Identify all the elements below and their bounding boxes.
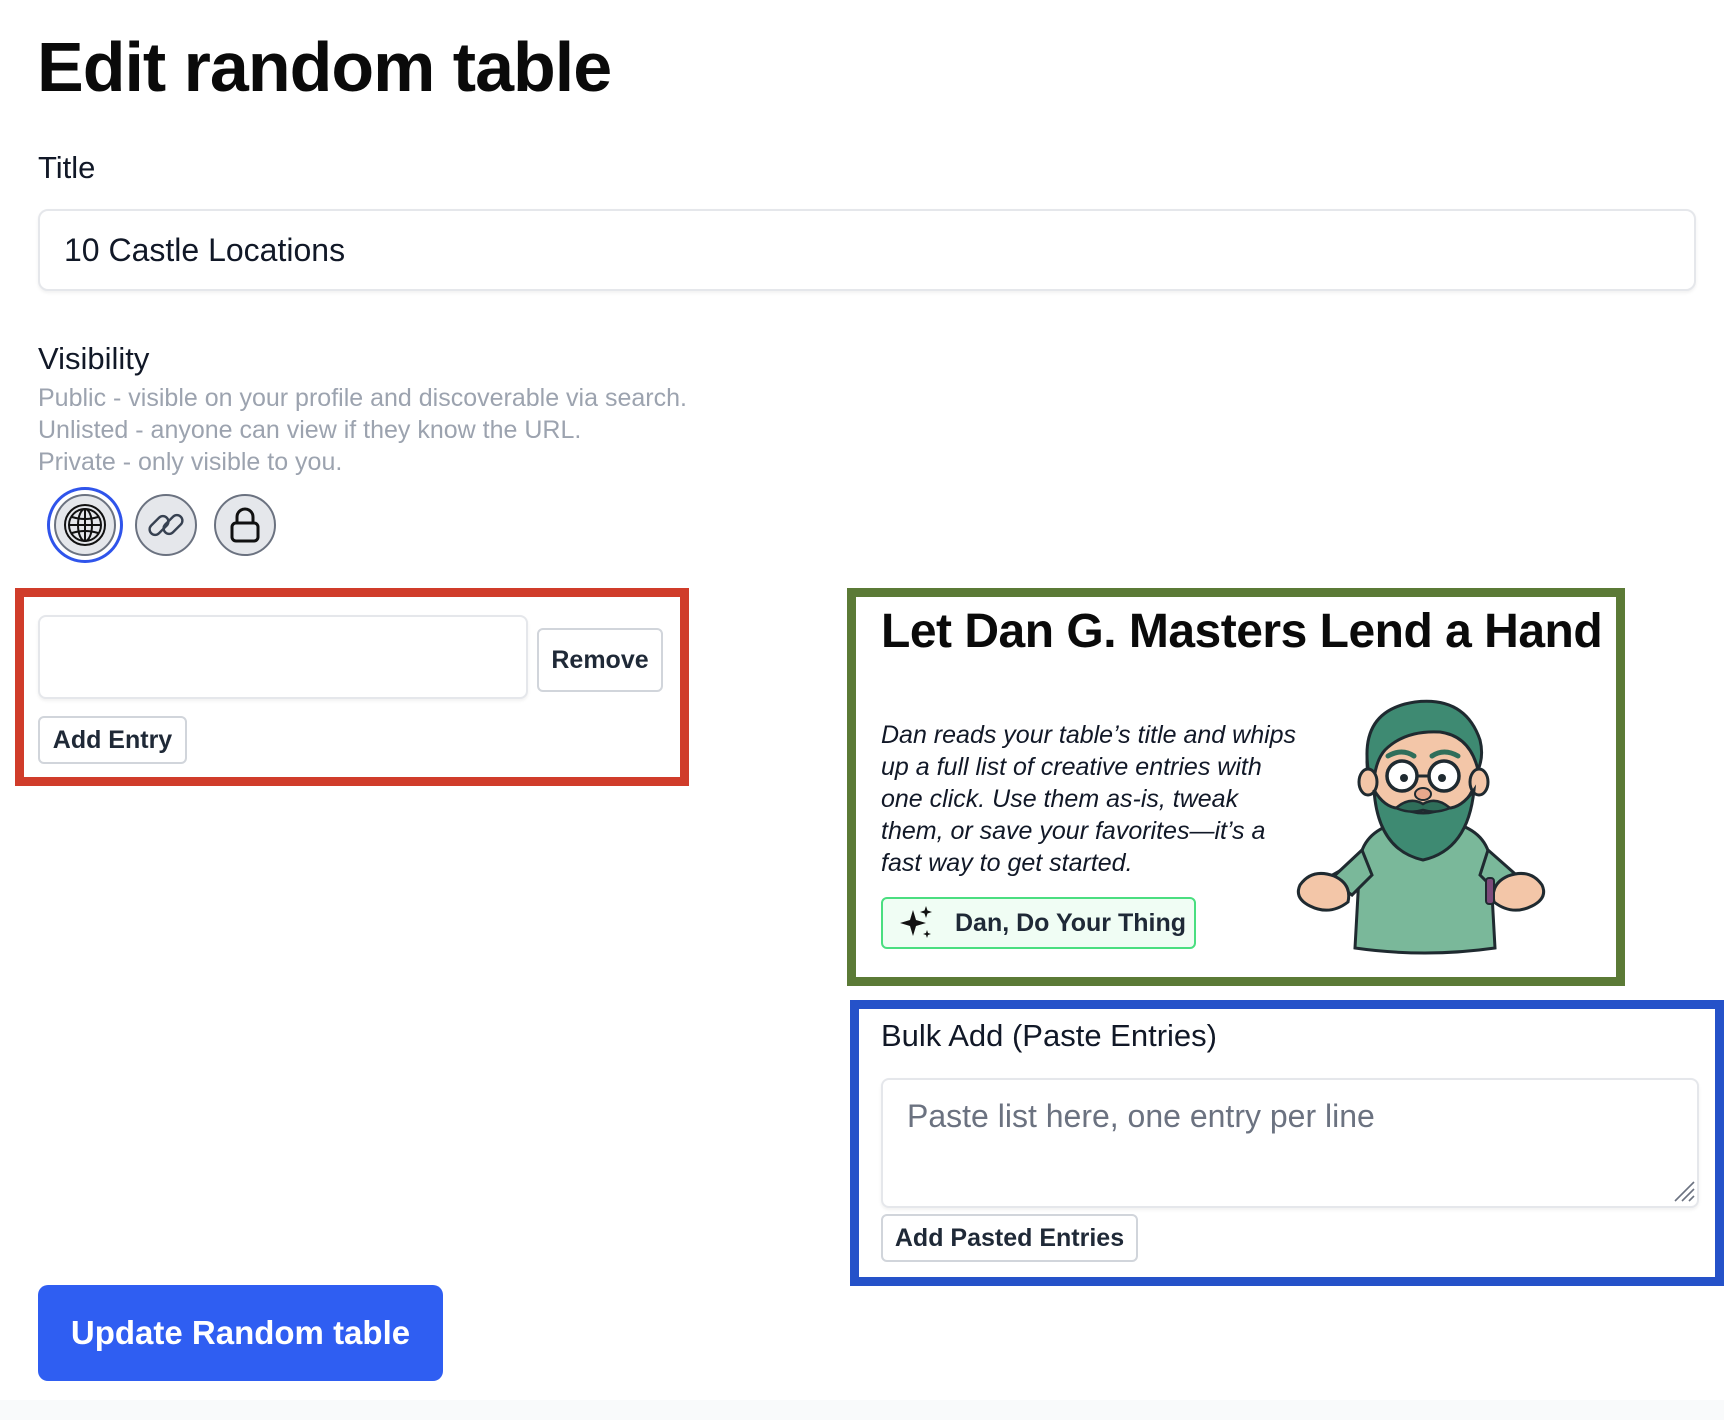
update-random-table-button[interactable]: Update Random table xyxy=(38,1285,443,1381)
dan-panel-heading: Let Dan G. Masters Lend a Hand xyxy=(881,605,1603,658)
visibility-private-description: Private - only visible to you. xyxy=(38,448,343,476)
link-icon xyxy=(148,513,184,537)
edit-random-table-page: Edit random table Title Visibility Publi… xyxy=(0,0,1724,1420)
remove-entry-button[interactable]: Remove xyxy=(537,628,663,692)
bulk-add-label: Bulk Add (Paste Entries) xyxy=(881,1018,1217,1053)
title-input[interactable] xyxy=(38,209,1696,291)
visibility-public-button[interactable] xyxy=(54,494,116,556)
dan-panel-description: Dan reads your table’s title and whips u… xyxy=(881,721,1297,877)
dan-wizard-illustration xyxy=(1296,699,1546,955)
page-title: Edit random table xyxy=(37,28,612,106)
add-pasted-entries-button[interactable]: Add Pasted Entries xyxy=(881,1214,1138,1262)
visibility-label: Visibility xyxy=(38,341,150,376)
visibility-public-description: Public - visible on your profile and dis… xyxy=(38,384,687,412)
visibility-private-button[interactable] xyxy=(214,494,276,556)
dan-button-label: Dan, Do Your Thing xyxy=(955,908,1187,937)
title-label: Title xyxy=(38,150,96,185)
sparkles-icon xyxy=(900,906,932,938)
visibility-unlisted-button[interactable] xyxy=(135,494,197,556)
bulk-add-textarea[interactable] xyxy=(881,1078,1699,1208)
dan-do-your-thing-button[interactable]: Dan, Do Your Thing xyxy=(881,897,1196,949)
lock-icon xyxy=(230,507,260,543)
visibility-unlisted-description: Unlisted - anyone can view if they know … xyxy=(38,416,582,444)
entry-input[interactable] xyxy=(38,615,528,699)
add-entry-button[interactable]: Add Entry xyxy=(38,716,187,764)
globe-icon xyxy=(64,504,106,546)
page-footer-strip xyxy=(0,1400,1724,1420)
